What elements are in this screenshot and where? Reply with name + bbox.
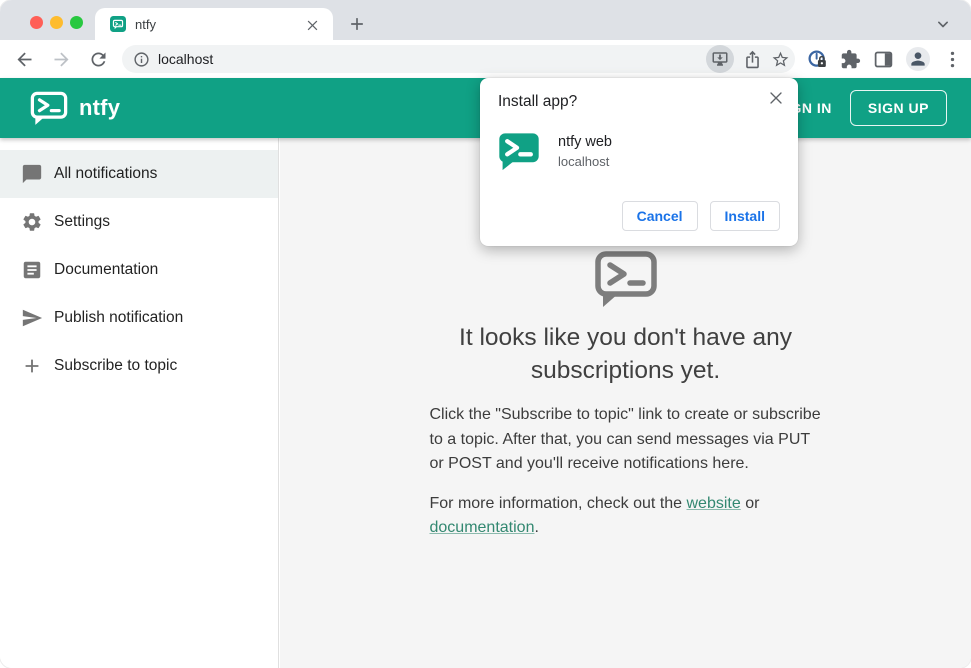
url-text: localhost (158, 51, 214, 67)
sidebar-item-label: Publish notification (54, 309, 184, 326)
sign-up-button[interactable]: SIGN UP (849, 90, 947, 126)
plus-icon (21, 355, 43, 377)
empty-state-links-paragraph: For more information, check out the webs… (430, 492, 822, 541)
extensions-puzzle-icon[interactable] (840, 49, 861, 70)
sidebar-item-label: Settings (54, 213, 111, 230)
browser-tab-ntfy[interactable]: ntfy (95, 8, 333, 40)
browser-window: ntfy localhost ntfy SIGN IN SIGN UP All … (0, 0, 971, 668)
ntfy-favicon-icon (110, 16, 126, 32)
links-paragraph-mid: or (740, 494, 760, 512)
documentation-link[interactable]: documentation (430, 519, 535, 536)
empty-state-heading: It looks like you don't have any subscri… (459, 324, 792, 384)
sidebar-item-all-notifications[interactable]: All notifications (0, 150, 278, 198)
dialog-title: Install app? (498, 93, 578, 110)
article-icon (21, 259, 43, 281)
ntfy-logo-icon (594, 250, 658, 308)
close-icon[interactable] (766, 88, 786, 108)
chevron-down-icon[interactable] (933, 14, 953, 34)
dialog-app-name: ntfy web (558, 134, 612, 150)
brand-name: ntfy (79, 95, 121, 120)
empty-state-paragraph: Click the "Subscribe to topic" link to c… (429, 406, 821, 472)
ntfy-app-icon (498, 132, 540, 171)
tab-close-icon[interactable] (303, 15, 321, 33)
chat-bubble-icon (21, 163, 43, 185)
address-bar[interactable]: localhost (122, 45, 795, 73)
close-window-button[interactable] (30, 16, 43, 29)
zoom-window-button[interactable] (70, 16, 83, 29)
back-icon[interactable] (14, 49, 35, 70)
empty-state: It looks like you don't have any subscri… (280, 250, 971, 541)
side-panel-icon[interactable] (873, 49, 894, 70)
install-button[interactable]: Install (709, 201, 780, 231)
dialog-app-info: ntfy web localhost (498, 132, 780, 171)
sidebar-item-subscribe-to-topic[interactable]: Subscribe to topic (0, 342, 278, 390)
sidebar-item-label: Subscribe to topic (54, 357, 178, 374)
sidebar-item-documentation[interactable]: Documentation (0, 246, 278, 294)
install-app-icon[interactable] (706, 45, 734, 73)
sidebar-item-label: All notifications (54, 165, 158, 182)
install-app-dialog: Install app? ntfy web localhost Cancel I… (480, 78, 798, 246)
forward-icon[interactable] (51, 49, 72, 70)
tab-strip: ntfy (0, 0, 971, 40)
new-tab-button[interactable] (345, 12, 369, 36)
window-controls (30, 16, 83, 29)
dialog-app-origin: localhost (558, 154, 610, 169)
website-link[interactable]: website (687, 495, 741, 512)
sidebar-item-label: Documentation (54, 261, 159, 278)
minimize-window-button[interactable] (50, 16, 63, 29)
profile-avatar-icon[interactable] (906, 47, 930, 71)
gear-icon (21, 211, 43, 233)
sidebar-item-publish-notification[interactable]: Publish notification (0, 294, 278, 342)
cancel-button[interactable]: Cancel (621, 201, 698, 231)
sidebar: All notifications Settings Documentation… (0, 138, 279, 668)
tab-title: ntfy (135, 16, 156, 32)
share-icon[interactable] (743, 50, 762, 69)
overflow-menu-icon[interactable] (942, 49, 963, 70)
links-paragraph-suffix: . (534, 519, 539, 536)
reload-icon[interactable] (88, 49, 109, 70)
site-info-icon[interactable] (133, 51, 150, 68)
sidebar-item-settings[interactable]: Settings (0, 198, 278, 246)
bookmark-star-icon[interactable] (771, 50, 790, 69)
links-paragraph-prefix: For more information, check out the (429, 494, 687, 512)
browser-toolbar: localhost (0, 40, 971, 78)
password-manager-icon[interactable] (807, 49, 828, 70)
empty-state-text: Click the "Subscribe to topic" link to c… (430, 403, 822, 541)
send-icon (21, 307, 43, 329)
ntfy-logo-icon (30, 91, 68, 125)
